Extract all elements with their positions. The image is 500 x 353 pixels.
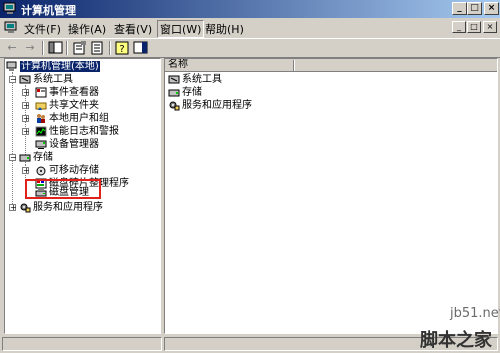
system-tools-icon: [19, 75, 31, 84]
column-header[interactable]: 名称: [165, 59, 497, 72]
list-item-services-applications[interactable]: 服务和应用程序: [168, 99, 252, 112]
computer-icon: [6, 61, 17, 71]
toolbar-separator: [66, 41, 68, 55]
forward-button[interactable]: →: [22, 41, 38, 55]
show-hide-action-pane-icon[interactable]: [133, 41, 149, 55]
expand-removable-storage[interactable]: +: [22, 167, 30, 175]
mdi-restore-button[interactable]: □: [467, 21, 481, 33]
services-icon: [169, 101, 180, 111]
list-item-storage[interactable]: 存储: [168, 86, 202, 99]
watermark-site: jb51.net: [450, 306, 500, 321]
help-icon[interactable]: ?: [115, 41, 131, 55]
tree-item-shared-folders[interactable]: 共享文件夹: [35, 99, 99, 112]
collapse-storage[interactable]: −: [9, 154, 17, 162]
column-name-header[interactable]: 名称: [168, 59, 188, 71]
list-item-system-tools[interactable]: 系统工具: [168, 73, 222, 86]
close-button[interactable]: ×: [484, 2, 499, 15]
tree-item-storage[interactable]: 存储: [19, 151, 53, 164]
minimize-button[interactable]: _: [452, 2, 467, 15]
back-button[interactable]: ←: [4, 41, 20, 55]
storage-icon: [19, 154, 31, 162]
event-viewer-icon: [35, 87, 47, 98]
export-list-icon[interactable]: [90, 41, 106, 55]
toolbar-separator: [109, 41, 111, 55]
tree-item-removable-storage[interactable]: 可移动存储: [35, 164, 99, 177]
menu-help[interactable]: 帮助(H): [205, 21, 244, 37]
expand-shared-folders[interactable]: +: [22, 102, 30, 110]
details-pane[interactable]: 名称 系统工具 存储 服务和应用程序: [164, 58, 498, 334]
toolbar: ← → ?: [0, 38, 500, 58]
collapse-system-tools[interactable]: −: [9, 76, 17, 84]
expand-services-applications[interactable]: +: [9, 204, 17, 212]
services-icon: [20, 203, 31, 213]
properties-icon[interactable]: [72, 41, 88, 55]
expand-performance-logs[interactable]: +: [22, 128, 30, 136]
menu-bar: 文件(F) 操作(A) 查看(V) 窗口(W) 帮助(H) _ □ ×: [0, 18, 500, 38]
toolbar-separator: [42, 41, 44, 55]
computer-management-icon: [3, 2, 16, 14]
tree-item-event-viewer[interactable]: 事件查看器: [35, 86, 99, 99]
svg-text:?: ?: [119, 44, 124, 55]
tree-item-performance-logs[interactable]: 性能日志和警报: [35, 125, 119, 138]
tree-item-services-applications[interactable]: 服务和应用程序: [19, 201, 103, 214]
tree-item-system-tools[interactable]: 系统工具: [19, 73, 73, 86]
tree-item-local-users-groups[interactable]: 本地用户和组: [35, 112, 109, 125]
expand-event-viewer[interactable]: +: [22, 89, 30, 97]
title-bar: 计算机管理 _ □ ×: [0, 0, 500, 18]
device-manager-icon: [35, 140, 47, 149]
highlight-annotation-box: [25, 179, 101, 199]
menu-view[interactable]: 查看(V): [114, 21, 152, 37]
status-cell: [2, 337, 162, 351]
menu-window[interactable]: 窗口(W): [157, 20, 205, 38]
console-icon[interactable]: [4, 21, 18, 34]
mdi-minimize-button[interactable]: _: [452, 21, 466, 33]
expand-local-users[interactable]: +: [22, 115, 30, 123]
window-title: 计算机管理: [21, 4, 76, 17]
system-tools-icon: [168, 75, 180, 84]
tree-line: [12, 72, 13, 208]
show-hide-tree-icon[interactable]: [48, 41, 64, 55]
tree-root-computer-management[interactable]: 计算机管理(本地): [6, 60, 100, 73]
maximize-button[interactable]: □: [467, 2, 482, 15]
tree-item-device-manager[interactable]: 设备管理器: [35, 138, 99, 151]
performance-icon: [35, 126, 47, 137]
watermark-brand: 脚本之家: [420, 330, 492, 351]
users-icon: [37, 114, 45, 123]
column-separator[interactable]: [293, 60, 295, 71]
menu-file[interactable]: 文件(F): [24, 21, 61, 37]
removable-storage-icon: [36, 166, 46, 176]
storage-icon: [168, 89, 180, 97]
shared-folder-icon: [35, 102, 47, 110]
menu-action[interactable]: 操作(A): [68, 21, 106, 37]
mdi-close-button[interactable]: ×: [483, 21, 497, 33]
